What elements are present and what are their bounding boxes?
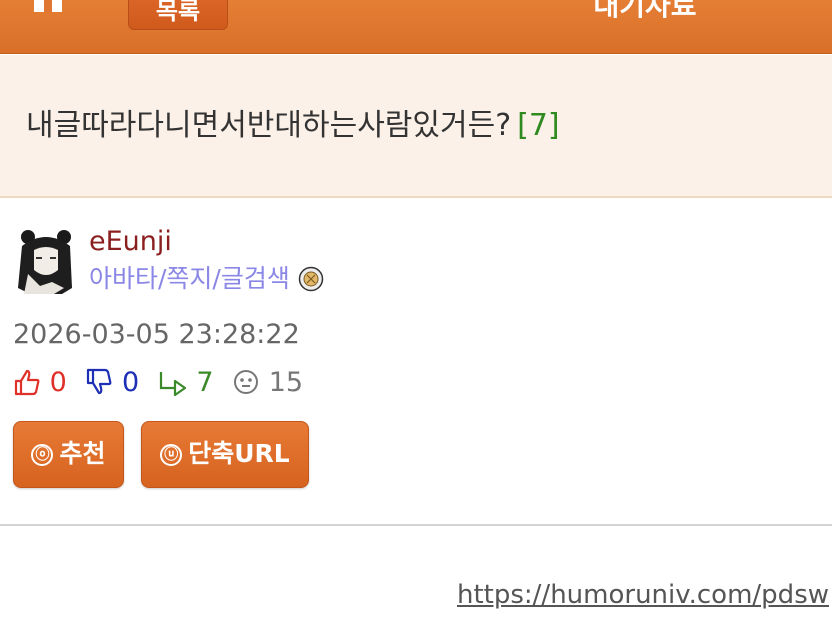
- author-nickname[interactable]: eEunji: [89, 226, 172, 258]
- post-url-link[interactable]: https://humoruniv.com/pdsw: [457, 577, 829, 613]
- downvote-stat[interactable]: 0: [85, 366, 139, 400]
- downvote-count: 0: [121, 367, 140, 398]
- top-bar: 목록 대기자료: [0, 0, 832, 54]
- view-stat: 15: [232, 366, 303, 400]
- avatar-icon[interactable]: [14, 228, 78, 294]
- content-divider: [0, 524, 832, 526]
- post-title: 내글따라다니면서반대하는사람있거든? [7]: [26, 106, 560, 146]
- author-links: 아바타/쪽지/글검색: [89, 263, 324, 295]
- post-title-text: 내글따라다니면서반대하는사람있거든?: [26, 108, 512, 143]
- short-url-icon: ⓤ: [160, 444, 183, 466]
- author-links-text[interactable]: 아바타/쪽지/글검색: [89, 264, 290, 293]
- list-button[interactable]: 목록: [128, 0, 228, 30]
- reply-stat[interactable]: 7: [158, 366, 214, 400]
- thumbs-up-icon: [14, 369, 40, 396]
- recommend-label: 추천: [59, 439, 106, 468]
- home-icon[interactable]: [26, 0, 70, 22]
- medal-icon: [298, 266, 324, 292]
- short-url-label: 단축URL: [188, 439, 290, 468]
- upvote-count: 0: [49, 367, 67, 398]
- recommend-button[interactable]: ⓞ 추천: [13, 421, 124, 488]
- view-face-icon: [234, 370, 259, 394]
- upvote-stat[interactable]: 0: [13, 366, 67, 400]
- recommend-icon: ⓞ: [31, 444, 54, 466]
- comment-count[interactable]: [7]: [517, 108, 560, 143]
- post-stats: 0 0 7 15: [13, 366, 313, 402]
- short-url-button[interactable]: ⓤ 단축URL: [141, 421, 309, 488]
- reply-count: 7: [196, 367, 214, 398]
- board-title: 대기자료: [593, 0, 697, 22]
- post-date: 2026-03-05 23:28:22: [13, 319, 300, 350]
- view-count: 15: [268, 367, 304, 398]
- thumbs-down-icon: [87, 368, 112, 395]
- reply-arrow-icon: [159, 372, 186, 397]
